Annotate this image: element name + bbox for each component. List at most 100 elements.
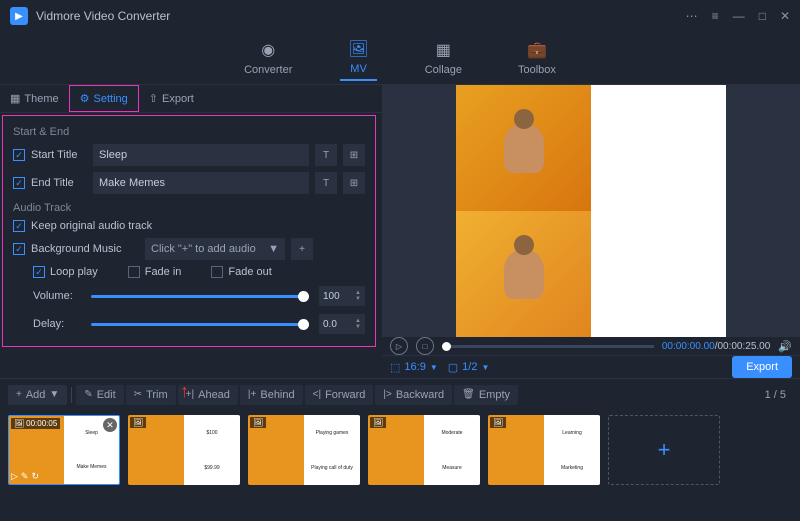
add-audio-button[interactable]: + (291, 238, 313, 260)
tab-label: Export (162, 93, 194, 105)
thumbnail-item[interactable]: Playing gamesPlaying call of duty 🖼 (248, 415, 360, 485)
behind-button[interactable]: |+Behind (240, 385, 303, 405)
image-badge: 🖼 (130, 417, 146, 428)
timeline-thumb[interactable] (442, 342, 451, 351)
edit-button[interactable]: ✎Edit (76, 385, 123, 405)
tab-export[interactable]: ⇧ Export (139, 85, 204, 112)
loop-play-checkbox[interactable]: ✓ (33, 266, 45, 278)
settings-panel: Start & End ✓ Start Title T ⊞ ✓ End Titl… (2, 115, 376, 347)
delay-label: Delay: (33, 318, 81, 330)
image-badge: 🖼 (490, 417, 506, 428)
image-badge: 🖼 (370, 417, 386, 428)
tab-theme[interactable]: ▦ Theme (0, 85, 69, 112)
start-end-label: Start & End (13, 126, 365, 138)
chevron-down-icon: ▼ (49, 389, 59, 400)
nav-collage[interactable]: ▦ Collage (417, 36, 470, 80)
export-button[interactable]: Export (732, 356, 792, 378)
fade-in-checkbox[interactable] (128, 266, 140, 278)
layout-icon[interactable]: ⊞ (343, 144, 365, 166)
remove-thumb-button[interactable]: ✕ (103, 418, 117, 432)
collage-icon: ▦ (436, 40, 451, 60)
text-style-icon[interactable]: T (315, 144, 337, 166)
start-title-checkbox[interactable]: ✓ (13, 149, 25, 161)
spin-down-icon[interactable]: ▼ (355, 324, 361, 330)
thumbnail-item[interactable]: SleepMake Memes 🖼00:00:05 ✕ ▷✎↻ (8, 415, 120, 485)
maximize-icon[interactable]: □ (759, 9, 766, 23)
start-title-input[interactable] (93, 144, 309, 166)
volume-slider[interactable] (91, 295, 309, 298)
delay-slider[interactable] (91, 323, 309, 326)
tab-label: Setting (94, 93, 128, 105)
bg-music-label: Background Music (31, 243, 139, 255)
trim-button[interactable]: ✂Trim (126, 385, 176, 405)
export-icon: ⇧ (149, 92, 158, 105)
layout-icon[interactable]: ⊞ (343, 172, 365, 194)
minimize-icon[interactable]: — (733, 9, 745, 23)
play-button[interactable]: ▷ (390, 337, 408, 355)
bg-music-checkbox[interactable]: ✓ (13, 243, 25, 255)
image-icon: 🖼 (14, 419, 24, 428)
spin-down-icon[interactable]: ▼ (355, 296, 361, 302)
loop-play-label: Loop play (50, 266, 98, 278)
end-title-checkbox[interactable]: ✓ (13, 177, 25, 189)
forward-icon: <| (313, 389, 321, 400)
aspect-ratio-select[interactable]: ⬚ 16:9 ▼ (390, 361, 438, 374)
time-display: 00:00:00.00/00:00:25.00 (662, 341, 770, 352)
thumbnail-strip: SleepMake Memes 🖼00:00:05 ✕ ▷✎↻ $100$99.… (0, 410, 800, 490)
delay-value-box[interactable]: 0.0 ▲▼ (319, 314, 365, 334)
slider-thumb[interactable] (298, 319, 309, 330)
add-button[interactable]: +Add▼ (8, 385, 67, 405)
converter-icon: ◉ (261, 40, 275, 60)
preview-area (382, 85, 800, 337)
text-style-icon[interactable]: T (315, 172, 337, 194)
nav-toolbox[interactable]: 💼 Toolbox (510, 36, 564, 80)
feedback-icon[interactable]: ⋯ (686, 9, 698, 23)
end-title-input[interactable] (93, 172, 309, 194)
timeline-slider[interactable] (442, 345, 654, 348)
duration-badge: 🖼00:00:05 (11, 418, 60, 429)
thumbnail-item[interactable]: LearningMarketing 🖼 (488, 415, 600, 485)
menu-icon[interactable]: ≡ (712, 9, 719, 23)
nav-mv[interactable]: 🖼 MV (340, 35, 376, 81)
slider-thumb[interactable] (298, 291, 309, 302)
annotation-arrow: ↑ (180, 381, 189, 402)
end-title-label: End Title (31, 177, 87, 189)
thumbnail-item[interactable]: $100$99.99 🖼 (128, 415, 240, 485)
plus-icon: + (16, 389, 22, 400)
thumbnail-item[interactable]: ModerateMeasure 🖼 (368, 415, 480, 485)
play-icon[interactable]: ▷ (11, 471, 18, 482)
behind-icon: |+ (248, 389, 256, 400)
fade-out-checkbox[interactable] (211, 266, 223, 278)
audio-track-label: Audio Track (13, 202, 365, 214)
nav-converter[interactable]: ◉ Converter (236, 36, 300, 80)
backward-button[interactable]: |>Backward (375, 385, 452, 405)
backward-icon: |> (383, 389, 391, 400)
toolbox-icon: 💼 (527, 40, 547, 60)
chevron-down-icon: ▼ (268, 243, 279, 255)
image-badge: 🖼 (250, 417, 266, 428)
stop-button[interactable]: □ (416, 337, 434, 355)
volume-icon[interactable]: 🔊 (778, 340, 792, 353)
nav-label: MV (350, 63, 367, 75)
keep-original-label: Keep original audio track (31, 220, 152, 232)
chevron-down-icon: ▼ (430, 363, 438, 372)
reload-icon[interactable]: ↻ (31, 471, 39, 482)
page-counter: 1 / 5 (765, 389, 792, 401)
edit-icon[interactable]: ✎ (21, 471, 29, 482)
start-title-label: Start Title (31, 149, 87, 161)
screen-split-select[interactable]: ▢ 1/2 ▼ (448, 361, 490, 374)
tab-setting[interactable]: ⚙ Setting (69, 85, 139, 112)
app-title: Vidmore Video Converter (36, 9, 686, 23)
add-thumbnail-button[interactable]: + (608, 415, 720, 485)
screen-icon: ▢ (448, 361, 458, 374)
keep-original-checkbox[interactable]: ✓ (13, 220, 25, 232)
empty-button[interactable]: 🗑Empty (454, 385, 518, 405)
delay-value: 0.0 (323, 319, 337, 330)
volume-value: 100 (323, 291, 340, 302)
bg-music-select[interactable]: Click "+" to add audio ▼ (145, 238, 285, 260)
mv-icon: 🖼 (348, 39, 368, 59)
forward-button[interactable]: <|Forward (305, 385, 374, 405)
nav-label: Toolbox (518, 64, 556, 76)
volume-value-box[interactable]: 100 ▲▼ (319, 286, 365, 306)
close-icon[interactable]: ✕ (780, 9, 790, 23)
